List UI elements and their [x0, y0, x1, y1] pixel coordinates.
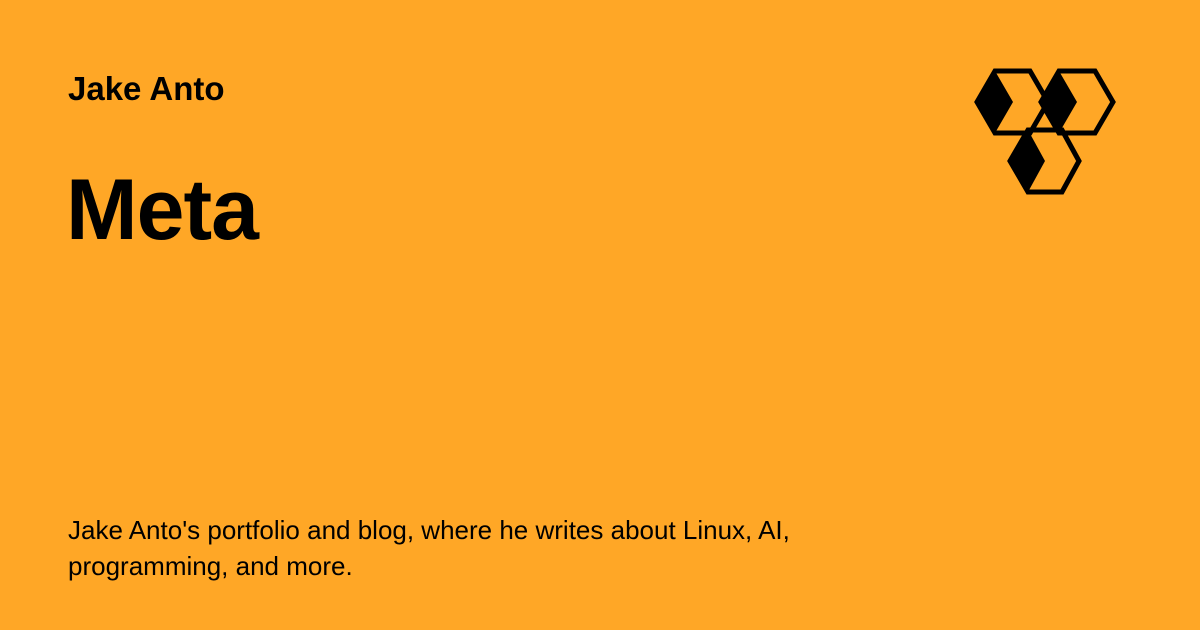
page-title: Meta	[66, 162, 259, 258]
site-name: Jake Anto	[68, 70, 225, 107]
site-description: Jake Anto's portfolio and blog, where he…	[68, 515, 790, 581]
hexagon-cluster-logo-icon	[974, 68, 1116, 195]
